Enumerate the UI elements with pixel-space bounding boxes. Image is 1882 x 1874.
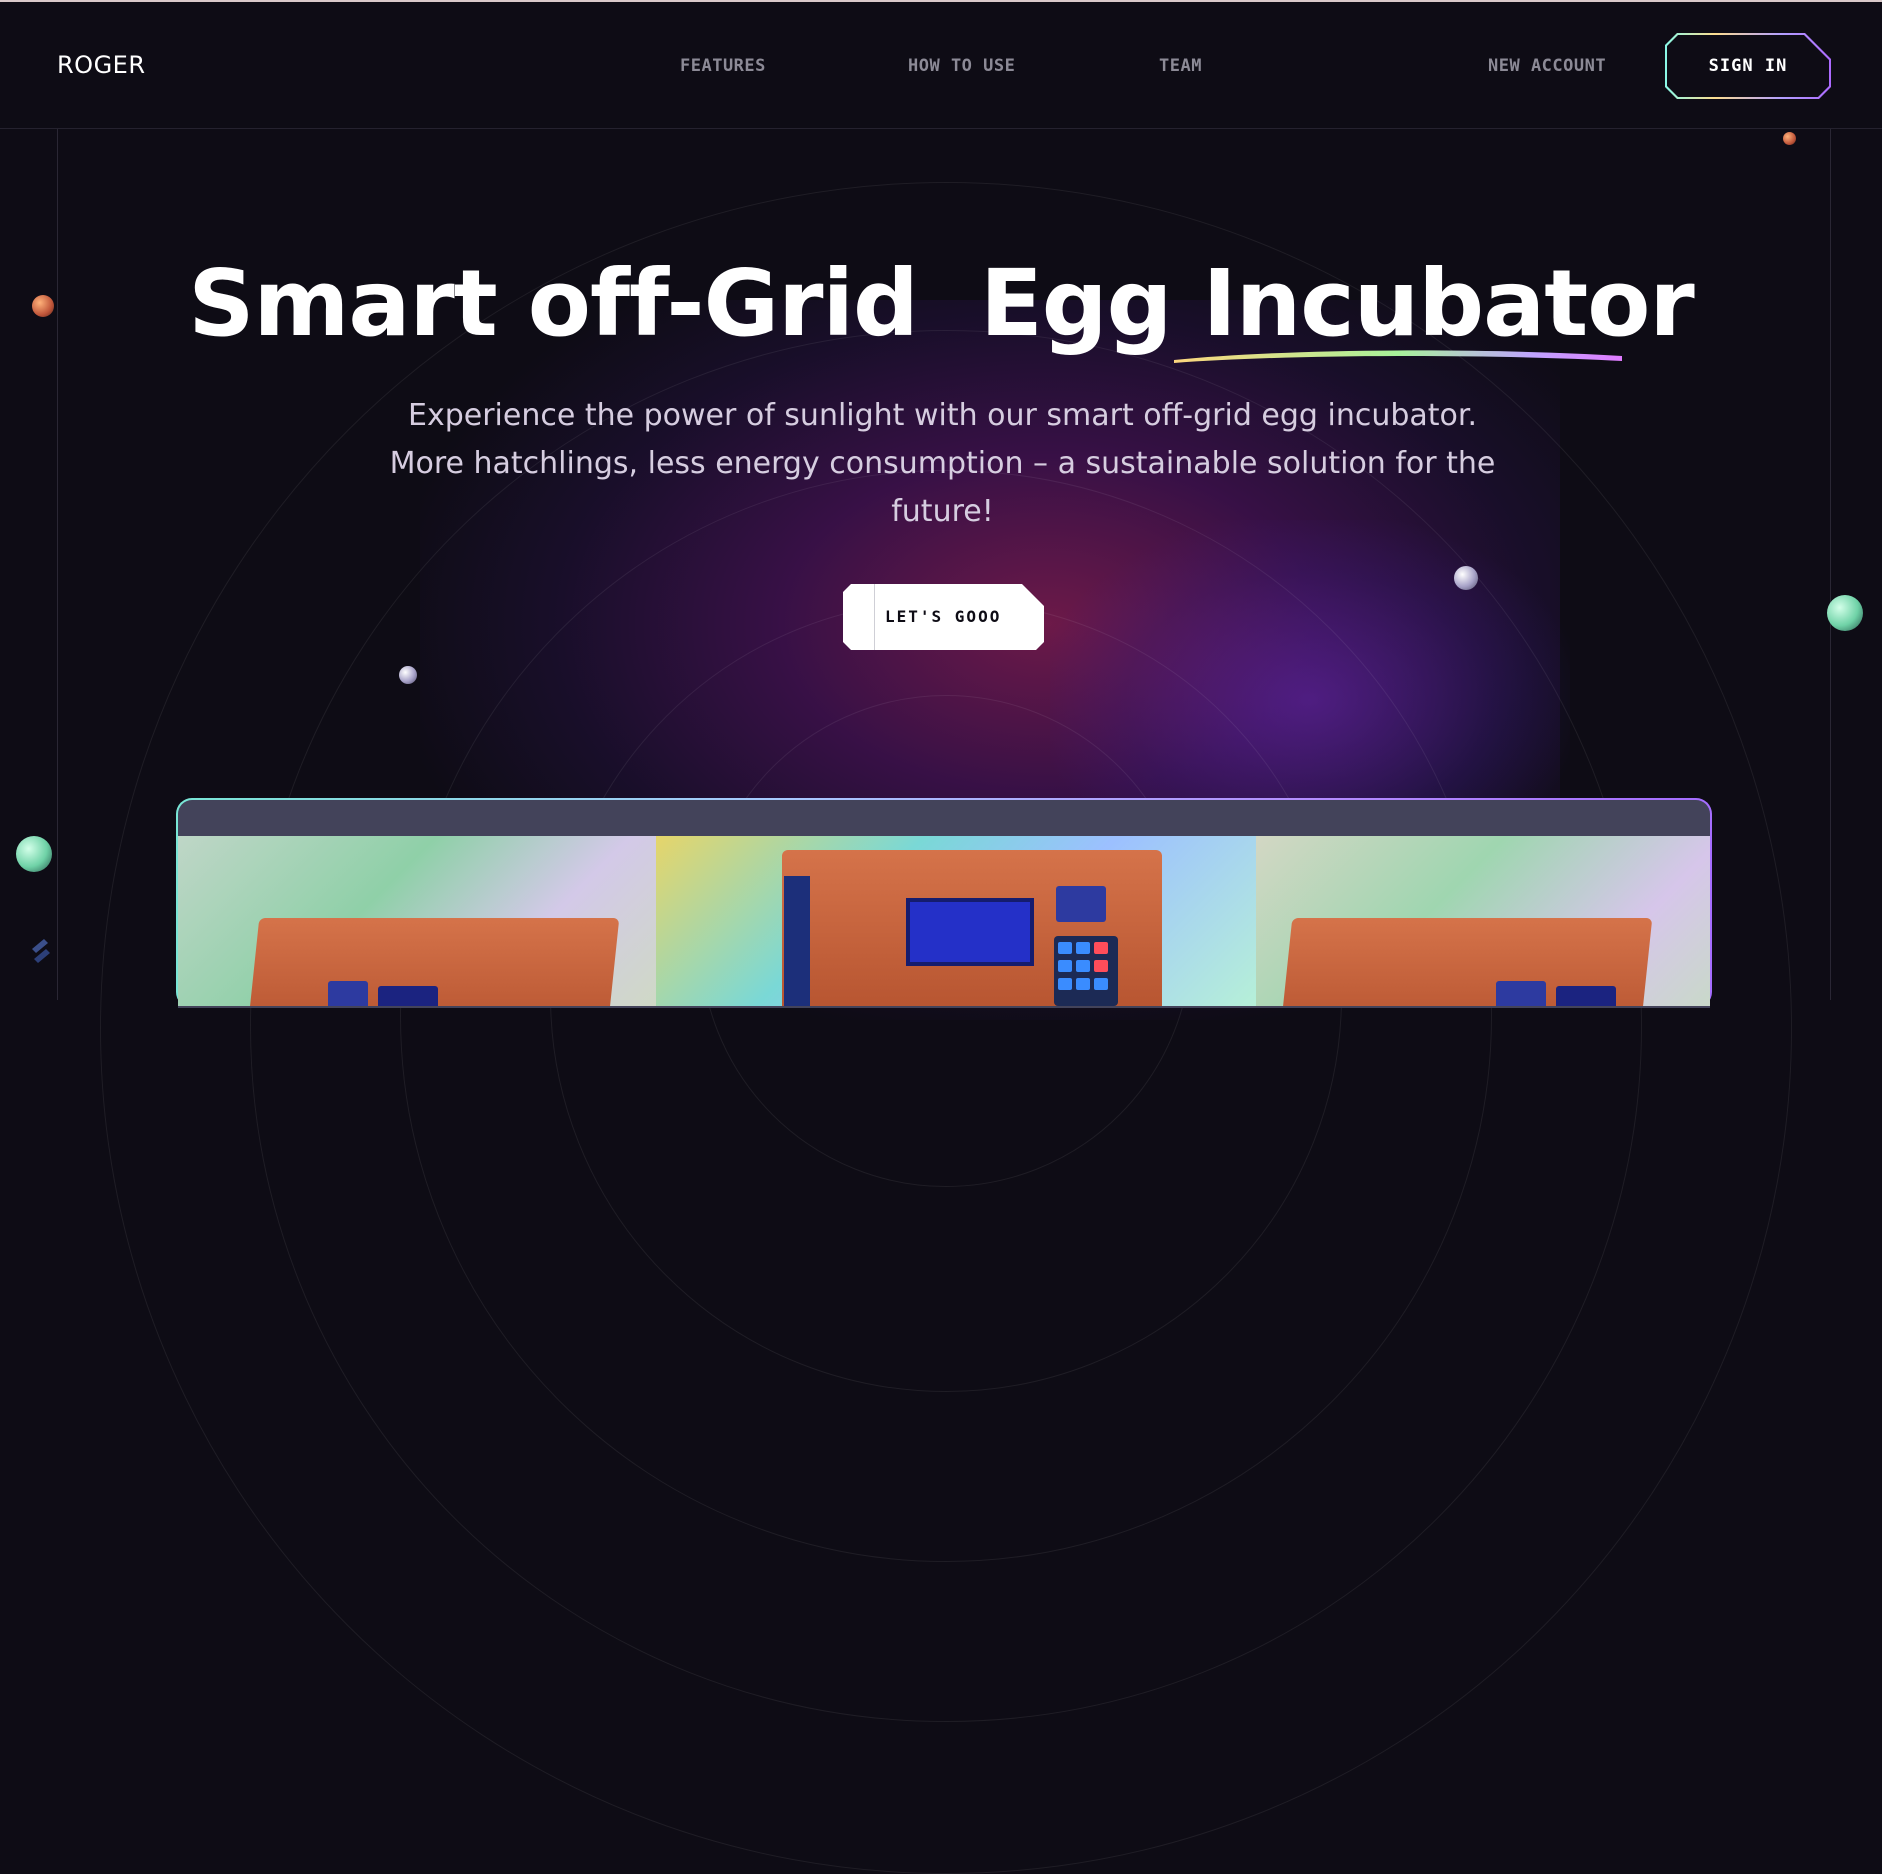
incubator-keypad xyxy=(1054,936,1118,1006)
planet-silver xyxy=(1454,566,1478,590)
incubator-side-panel xyxy=(784,876,810,1006)
nav-item-team[interactable]: TEAM xyxy=(1159,56,1202,76)
sign-in-button[interactable]: SIGN IN xyxy=(1665,33,1831,99)
incubator-display xyxy=(328,981,368,1006)
hero-title-highlight: Incubator xyxy=(1202,250,1695,357)
lets-go-label: LET'S GOOO xyxy=(885,607,1002,626)
incubator-screen xyxy=(906,898,1034,966)
hero-title-main: Smart off-Grid Egg xyxy=(188,250,1203,357)
header: ROGER FEATURES HOW TO USE TEAM NEW ACCOU… xyxy=(0,2,1882,129)
logo[interactable]: ROGER xyxy=(57,51,146,79)
planet-green xyxy=(16,836,52,872)
incubator-display xyxy=(378,986,438,1006)
incubator-photo-center xyxy=(656,836,1256,1006)
temperature-display xyxy=(1056,886,1106,922)
preview-frame xyxy=(178,800,1710,1008)
incubator-display xyxy=(1496,981,1546,1006)
nav-item-how-to-use[interactable]: HOW TO USE xyxy=(908,56,1015,76)
hero-title: Smart off-Grid Egg Incubator xyxy=(0,250,1882,357)
incubator-display xyxy=(1556,986,1616,1006)
hero-subtitle: Experience the power of sunlight with ou… xyxy=(389,398,1496,529)
lets-go-button[interactable]: LET'S GOOO xyxy=(843,584,1044,650)
sign-in-label: SIGN IN xyxy=(1667,35,1829,97)
incubator-photo-left xyxy=(178,836,656,1006)
product-preview-card xyxy=(176,798,1712,1008)
new-account-link[interactable]: NEW ACCOUNT xyxy=(1488,56,1606,76)
planet-orange-small xyxy=(1783,132,1796,145)
incubator-photo-right xyxy=(1256,836,1710,1006)
button-divider xyxy=(874,584,875,650)
planet-green xyxy=(1827,595,1863,631)
nav-item-features[interactable]: FEATURES xyxy=(680,56,766,76)
brainwave-logo-icon xyxy=(32,939,50,963)
planet-silver xyxy=(399,666,417,684)
title-underline-curve xyxy=(1174,350,1622,363)
